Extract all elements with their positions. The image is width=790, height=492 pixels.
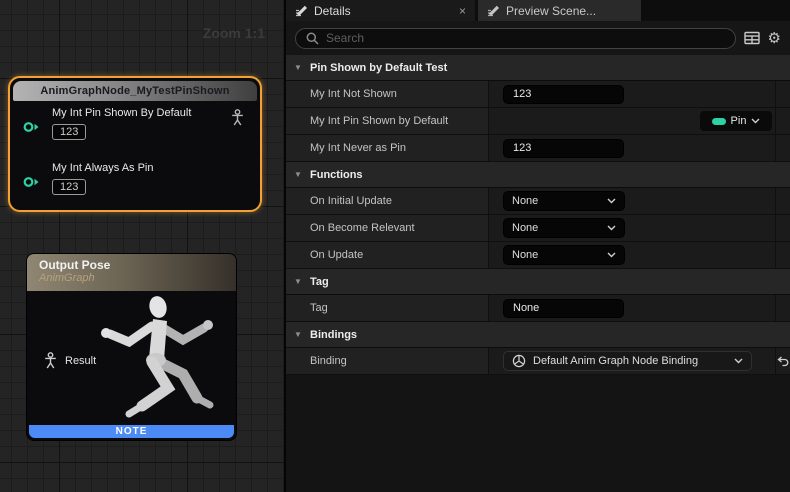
- category-tag[interactable]: ▼ Tag: [286, 269, 790, 295]
- row-extra-column: [775, 215, 790, 241]
- chevron-down-icon: [607, 252, 616, 258]
- node-title: Output Pose: [39, 258, 236, 272]
- search-icon: [306, 32, 319, 45]
- pin-pill-icon: [712, 118, 726, 125]
- category-functions[interactable]: ▼ Functions: [286, 162, 790, 188]
- property-label: Tag: [286, 295, 489, 321]
- int-pin-icon[interactable]: [23, 121, 40, 133]
- result-pin-label: Result: [65, 355, 96, 367]
- row-extra-column: [775, 242, 790, 268]
- property-list: ▼ Pin Shown by Default Test My Int Not S…: [286, 55, 790, 492]
- chevron-down-icon: [751, 118, 760, 124]
- tab-label: Preview Scene...: [506, 4, 632, 18]
- int-pin-icon[interactable]: [23, 176, 40, 188]
- details-panel: Details × Preview Scene...: [286, 0, 790, 492]
- property-row: Tag None: [286, 295, 790, 322]
- on-initial-update-dropdown[interactable]: None: [503, 191, 625, 211]
- my-int-not-shown-input[interactable]: 123: [503, 85, 624, 104]
- details-tab-icon: [295, 4, 308, 17]
- zoom-level-label: Zoom 1:1: [203, 25, 265, 41]
- binding-icon: [512, 354, 526, 368]
- close-icon[interactable]: ×: [459, 5, 466, 17]
- display-filter-icon[interactable]: [744, 31, 760, 45]
- property-row: My Int Never as Pin 123: [286, 135, 790, 162]
- tab-bar: Details × Preview Scene...: [286, 0, 790, 21]
- chevron-down-icon: [607, 198, 616, 204]
- collapse-arrow-icon: ▼: [286, 277, 310, 286]
- binding-dropdown[interactable]: Default Anim Graph Node Binding: [503, 351, 752, 371]
- tab-preview-scene[interactable]: Preview Scene...: [478, 0, 641, 21]
- row-extra-column: [775, 81, 790, 107]
- reset-to-default-icon[interactable]: [777, 356, 789, 367]
- tab-details[interactable]: Details ×: [286, 0, 475, 21]
- row-extra-column: [775, 135, 790, 161]
- property-row: My Int Not Shown 123: [286, 81, 790, 108]
- result-pin-row[interactable]: Result: [43, 352, 96, 370]
- my-int-never-as-pin-input[interactable]: 123: [503, 139, 624, 158]
- property-label: My Int Never as Pin: [286, 135, 489, 161]
- row-extra-column: [775, 108, 790, 134]
- node-title[interactable]: AnimGraphNode_MyTestPinShown: [13, 81, 257, 101]
- output-pose-header[interactable]: Output Pose AnimGraph: [27, 254, 236, 291]
- pin-toggle-dropdown[interactable]: Pin: [700, 111, 772, 131]
- collapse-arrow-icon: ▼: [286, 330, 310, 339]
- property-label: My Int Not Shown: [286, 81, 489, 107]
- property-label: On Become Relevant: [286, 215, 489, 241]
- property-label: On Update: [286, 242, 489, 268]
- anim-graph-node-selected[interactable]: AnimGraphNode_MyTestPinShown My Int Pin …: [8, 76, 262, 212]
- preview-scene-tab-icon: [487, 4, 500, 17]
- property-row: On Become Relevant None: [286, 215, 790, 242]
- details-toolbar: Search ⚙: [286, 21, 790, 55]
- person-icon: [230, 109, 245, 127]
- unreal-anim-blueprint-editor: Zoom 1:1 AnimGraphNode_MyTestPinShown My…: [0, 0, 790, 492]
- property-row: Binding Default Anim Graph Node Binding: [286, 348, 790, 375]
- property-label: On Initial Update: [286, 188, 489, 214]
- pose-pin-icon[interactable]: [43, 352, 58, 370]
- row-extra-column: [775, 188, 790, 214]
- pin-label: My Int Always As Pin: [52, 162, 153, 174]
- tag-input[interactable]: None: [503, 299, 624, 318]
- pin-value-input[interactable]: 123: [52, 124, 86, 140]
- property-label: My Int Pin Shown by Default: [286, 108, 489, 134]
- property-row: On Initial Update None: [286, 188, 790, 215]
- on-update-dropdown[interactable]: None: [503, 245, 625, 265]
- node-note-bar: NOTE: [29, 425, 234, 438]
- category-bindings[interactable]: ▼ Bindings: [286, 322, 790, 348]
- pin-label: My Int Pin Shown By Default: [52, 107, 191, 119]
- collapse-arrow-icon: ▼: [286, 63, 310, 72]
- node-pin-row: My Int Always As Pin 123: [52, 162, 153, 195]
- node-pin-row: My Int Pin Shown By Default 123: [52, 107, 191, 140]
- on-become-relevant-dropdown[interactable]: None: [503, 218, 625, 238]
- search-placeholder: Search: [326, 31, 364, 45]
- search-input[interactable]: Search: [295, 28, 736, 49]
- row-extra-column: [775, 295, 790, 321]
- category-pin-shown-by-default-test[interactable]: ▼ Pin Shown by Default Test: [286, 55, 790, 81]
- collapse-arrow-icon: ▼: [286, 170, 310, 179]
- gear-icon[interactable]: ⚙: [768, 31, 781, 46]
- tab-label: Details: [314, 4, 453, 18]
- property-row: On Update None: [286, 242, 790, 269]
- property-label: Binding: [286, 348, 489, 374]
- output-pose-node[interactable]: Output Pose AnimGraph: [26, 253, 237, 441]
- chevron-down-icon: [607, 225, 616, 231]
- animgraph-canvas[interactable]: Zoom 1:1 AnimGraphNode_MyTestPinShown My…: [0, 0, 284, 492]
- property-row: My Int Pin Shown by Default Pin: [286, 108, 790, 135]
- pin-value-input[interactable]: 123: [52, 179, 86, 195]
- node-subtitle: AnimGraph: [39, 272, 236, 284]
- chevron-down-icon: [734, 358, 743, 364]
